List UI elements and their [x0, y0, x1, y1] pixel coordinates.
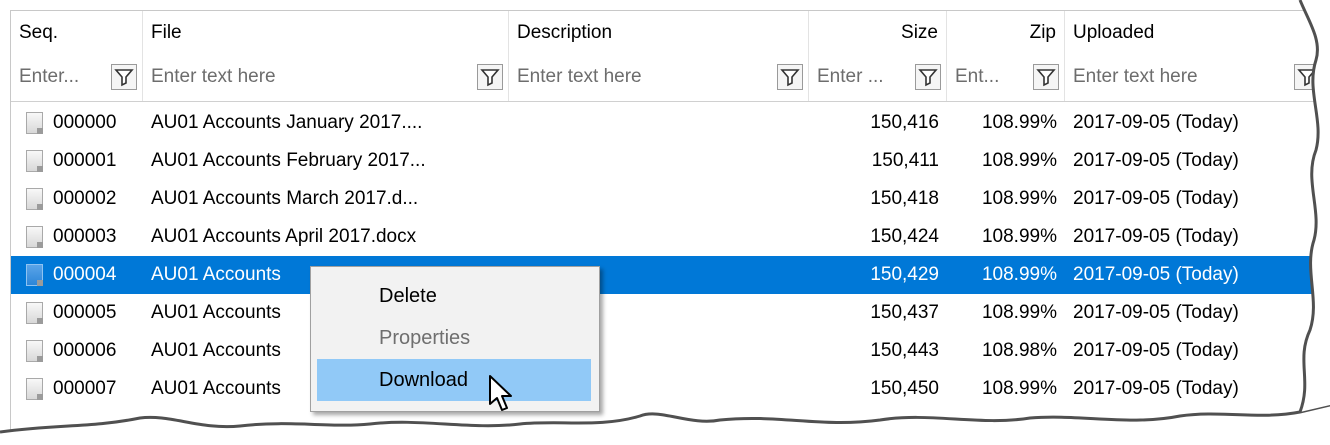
- context-menu: Delete Properties Download: [310, 266, 600, 412]
- table-row[interactable]: 000001 AU01 Accounts February 2017... 15…: [11, 142, 1326, 180]
- cell-seq: 000003: [53, 226, 117, 247]
- cell-file: AU01 Accounts February 2017...: [151, 150, 426, 171]
- cell-size: 150,424: [870, 226, 939, 247]
- document-icon: [26, 226, 43, 248]
- cell-description: [509, 142, 809, 180]
- mouse-pointer-icon: [489, 375, 512, 411]
- table-row[interactable]: 000000 AU01 Accounts January 2017.... 15…: [11, 104, 1326, 142]
- filter-funnel-icon[interactable]: [777, 64, 803, 90]
- cell-seq: 000006: [53, 340, 117, 361]
- filter-row: Enter... Enter text here Enter text here…: [11, 55, 1326, 102]
- cell-zip: 108.98%: [981, 340, 1057, 361]
- column-header-description[interactable]: Description: [509, 11, 809, 55]
- cell-seq: 000007: [53, 378, 117, 399]
- table-row[interactable]: 000007 AU01 Accounts 150,450 108.99% 201…: [11, 370, 1326, 408]
- menu-item-download[interactable]: Download: [317, 359, 591, 401]
- column-header-size[interactable]: Size: [809, 11, 947, 55]
- cell-size: 150,437: [870, 302, 939, 323]
- filter-cell-uploaded: Enter text here: [1065, 55, 1326, 101]
- filter-cell-zip: Ent...: [947, 55, 1065, 101]
- filter-cell-size: Enter ...: [809, 55, 947, 101]
- document-icon: [26, 378, 43, 400]
- filter-funnel-icon[interactable]: [477, 64, 503, 90]
- filter-input-uploaded[interactable]: Enter text here: [1073, 66, 1198, 87]
- cell-uploaded: 2017-09-05 (Today): [1073, 150, 1239, 171]
- cell-size: 150,411: [871, 150, 939, 171]
- column-header-zip[interactable]: Zip: [947, 11, 1065, 55]
- cell-description: [509, 180, 809, 218]
- cell-zip: 108.99%: [981, 150, 1057, 171]
- document-icon: [26, 188, 43, 210]
- cell-uploaded: 2017-09-05 (Today): [1073, 302, 1239, 323]
- filter-funnel-icon[interactable]: [1033, 64, 1059, 90]
- cell-seq: 000004: [53, 264, 117, 285]
- cell-file: AU01 Accounts April 2017.docx: [151, 226, 417, 247]
- cell-seq: 000002: [53, 188, 117, 209]
- table-row[interactable]: 000003 AU01 Accounts April 2017.docx 150…: [11, 218, 1326, 256]
- cell-seq: 000005: [53, 302, 117, 323]
- filter-input-file[interactable]: Enter text here: [151, 66, 276, 87]
- document-icon: [26, 112, 43, 134]
- table-row[interactable]: 000002 AU01 Accounts March 2017.d... 150…: [11, 180, 1326, 218]
- cell-description: [509, 218, 809, 256]
- cell-zip: 108.99%: [981, 264, 1057, 285]
- file-grid: Seq. File Description Size Zip Uploaded …: [10, 10, 1326, 441]
- table-row-selected[interactable]: 000004 AU01 Accounts 150,429 108.99% 201…: [11, 256, 1326, 294]
- cell-uploaded: 2017-09-05 (Today): [1073, 378, 1239, 399]
- filter-cell-description: Enter text here: [509, 55, 809, 101]
- cell-uploaded: 2017-09-05 (Today): [1073, 112, 1239, 133]
- cell-file: AU01 Accounts March 2017.d...: [151, 188, 419, 209]
- filter-input-zip[interactable]: Ent...: [955, 66, 999, 87]
- filter-funnel-icon[interactable]: [111, 64, 137, 90]
- cell-size: 150,443: [870, 340, 939, 361]
- cell-zip: 108.99%: [981, 188, 1057, 209]
- filter-funnel-icon[interactable]: [1294, 64, 1320, 90]
- table-row[interactable]: 000005 AU01 Accounts 150,437 108.99% 201…: [11, 294, 1326, 332]
- filter-input-seq[interactable]: Enter...: [19, 66, 79, 87]
- menu-item-delete[interactable]: Delete: [317, 275, 591, 317]
- cell-uploaded: 2017-09-05 (Today): [1073, 226, 1239, 247]
- document-icon: [26, 150, 43, 172]
- filter-input-description[interactable]: Enter text here: [517, 66, 642, 87]
- filter-cell-file: Enter text here: [143, 55, 509, 101]
- document-icon: [26, 302, 43, 324]
- cell-uploaded: 2017-09-05 (Today): [1073, 264, 1239, 285]
- cell-size: 150,416: [870, 112, 939, 133]
- cell-zip: 108.99%: [981, 302, 1057, 323]
- cell-seq: 000000: [53, 112, 117, 133]
- filter-funnel-icon[interactable]: [915, 64, 941, 90]
- cell-size: 150,429: [870, 264, 939, 285]
- cell-zip: 108.99%: [981, 226, 1057, 247]
- column-header-seq[interactable]: Seq.: [11, 11, 143, 55]
- cell-zip: 108.99%: [981, 112, 1057, 133]
- table-row[interactable]: 000006 AU01 Accounts 150,443 108.98% 201…: [11, 332, 1326, 370]
- filter-cell-seq: Enter...: [11, 55, 143, 101]
- cell-file: AU01 Accounts January 2017....: [151, 112, 423, 133]
- column-header-row: Seq. File Description Size Zip Uploaded: [11, 11, 1326, 55]
- cell-seq: 000001: [53, 150, 117, 171]
- menu-item-properties: Properties: [379, 327, 471, 349]
- cell-size: 150,450: [870, 378, 939, 399]
- column-header-file[interactable]: File: [143, 11, 509, 55]
- document-icon: [26, 264, 43, 286]
- cell-zip: 108.99%: [981, 378, 1057, 399]
- filter-input-size[interactable]: Enter ...: [817, 66, 884, 87]
- column-header-uploaded[interactable]: Uploaded: [1065, 11, 1326, 55]
- cell-size: 150,418: [870, 188, 939, 209]
- cell-description: [509, 104, 809, 142]
- document-icon: [26, 340, 43, 362]
- cell-uploaded: 2017-09-05 (Today): [1073, 340, 1239, 361]
- cell-uploaded: 2017-09-05 (Today): [1073, 188, 1239, 209]
